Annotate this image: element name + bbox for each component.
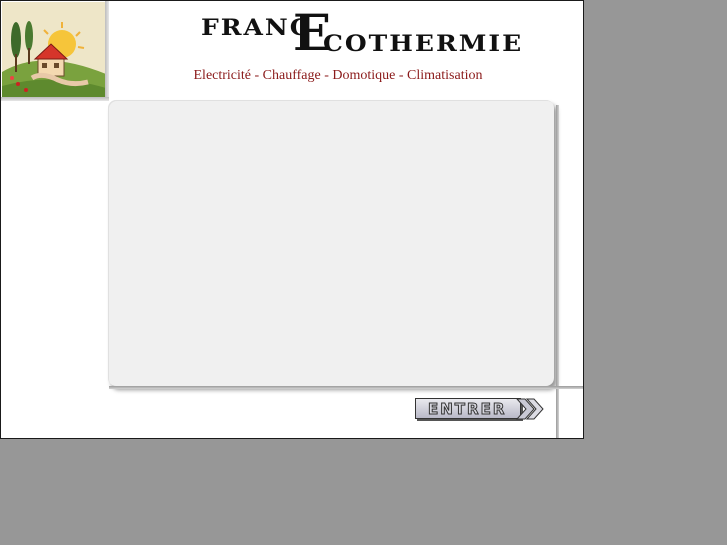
double-chevron-right-icon — [515, 398, 545, 425]
brand-logo: FRANC E COTHERMIE — [197, 3, 521, 62]
bottom-divider — [109, 386, 583, 389]
content-panel — [108, 100, 554, 386]
enter-button-label: ENTRER — [427, 400, 507, 419]
top-divider — [1, 97, 109, 101]
house-landscape-illustration — [2, 2, 106, 98]
left-divider — [105, 1, 109, 101]
splash-page: FRANC E COTHERMIE Electricité - Chauffag… — [0, 0, 584, 439]
tagline: Electricité - Chauffage - Domotique - Cl… — [193, 68, 483, 83]
logo-text-cothermie: COTHERMIE — [323, 30, 524, 57]
enter-button[interactable]: ENTRER — [415, 398, 545, 421]
enter-button-body: ENTRER — [415, 398, 521, 419]
